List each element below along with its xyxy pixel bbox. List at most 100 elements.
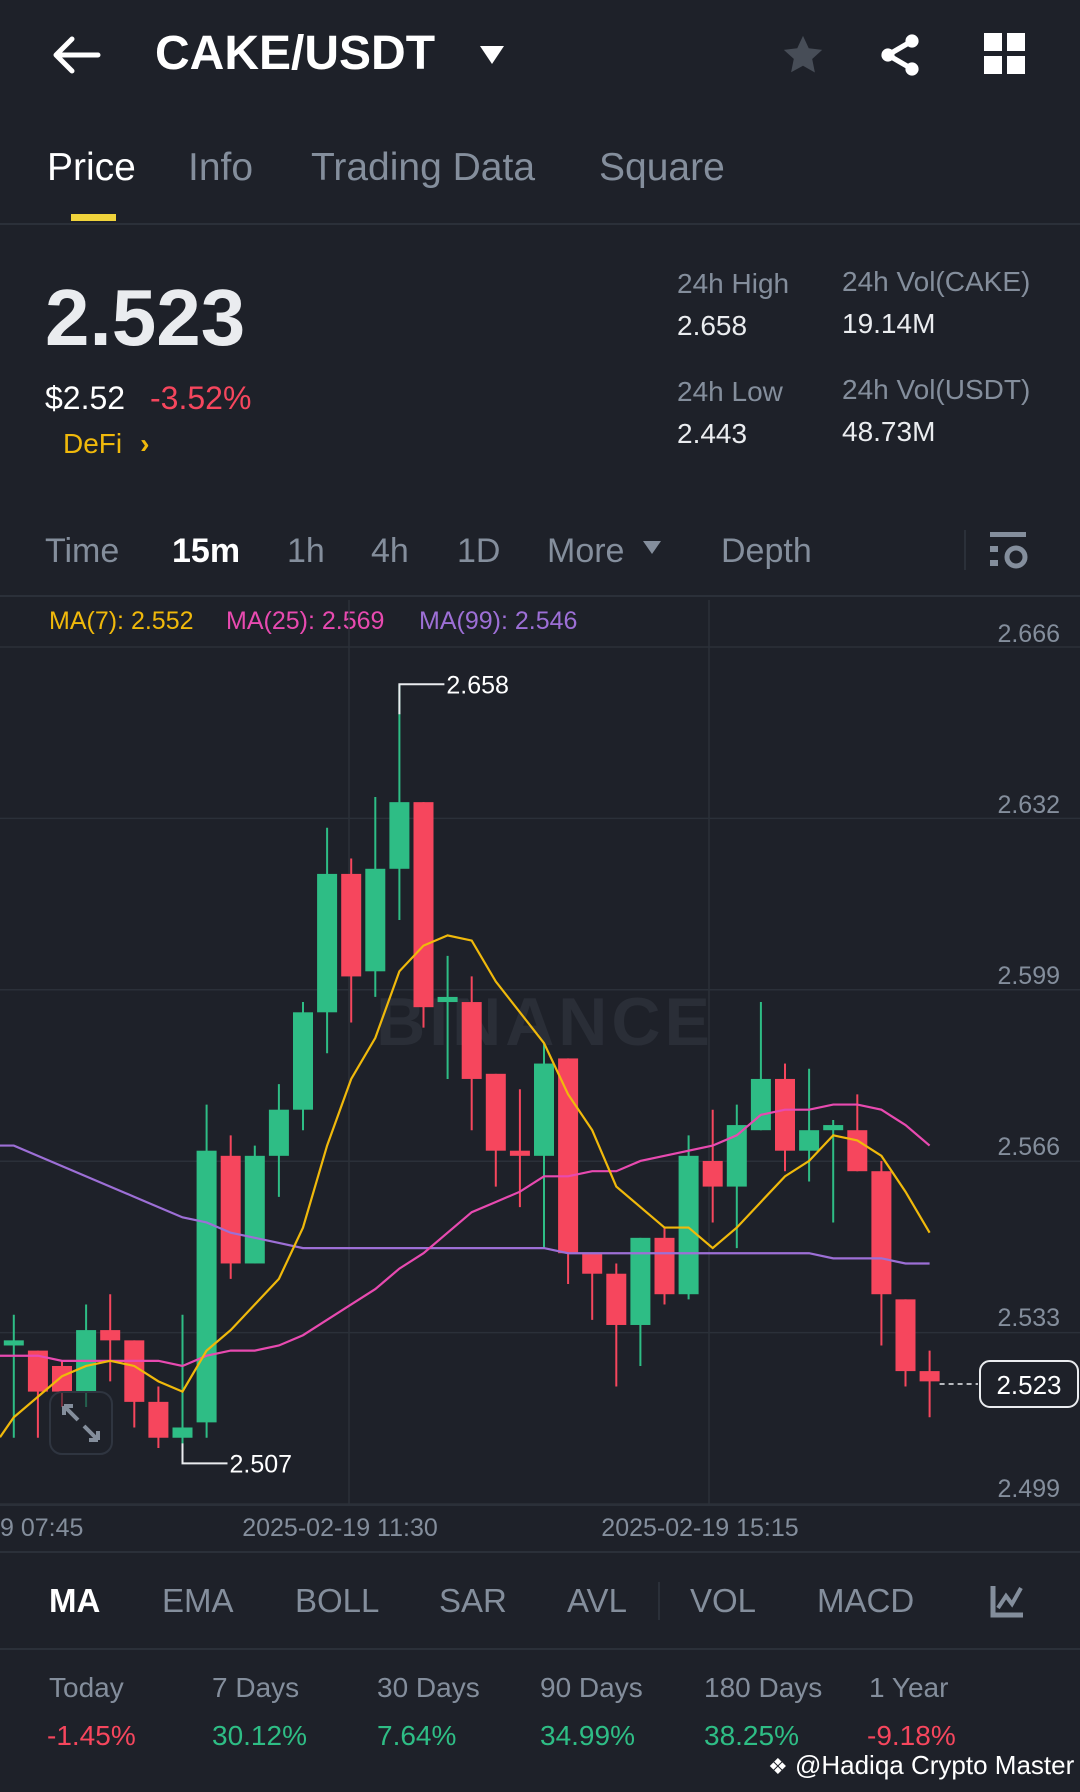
- candle-body: [750, 1078, 771, 1131]
- candle-body: [317, 873, 338, 1013]
- candle: [582, 1253, 603, 1320]
- tab-info[interactable]: Info: [188, 146, 253, 190]
- candle-body: [534, 1063, 554, 1156]
- ma99-line: [0, 1144, 930, 1265]
- interval-4h[interactable]: 4h: [371, 532, 409, 571]
- low-marker-line: [181, 1443, 228, 1465]
- grid-menu-icon[interactable]: [984, 33, 1026, 80]
- candle-body: [220, 1155, 241, 1264]
- candle: [654, 1227, 675, 1305]
- pair-title[interactable]: CAKE/USDT: [155, 26, 435, 81]
- interval-more[interactable]: More: [547, 532, 662, 571]
- binance-logo-icon: ❖: [768, 1754, 788, 1779]
- indicator-ma[interactable]: MA: [49, 1582, 100, 1620]
- interval-more-label: More: [547, 532, 625, 570]
- tab-price[interactable]: Price: [47, 146, 136, 190]
- candle: [365, 797, 386, 997]
- candle-body: [3, 1340, 24, 1346]
- candle-body: [775, 1078, 795, 1151]
- candle-body: [365, 868, 386, 972]
- divider: [0, 223, 1080, 225]
- perf-value: -9.18%: [867, 1720, 956, 1751]
- candle-body: [630, 1237, 651, 1325]
- candle-body: [871, 1171, 892, 1295]
- indicator-ema[interactable]: EMA: [162, 1582, 234, 1620]
- divider: [964, 530, 966, 570]
- candle: [244, 1145, 265, 1264]
- divider: [0, 595, 1080, 597]
- author-name: @Hadiqa Crypto Master: [794, 1750, 1075, 1780]
- candle-body: [919, 1371, 940, 1382]
- candle: [341, 858, 362, 1023]
- indicator-sar[interactable]: SAR: [439, 1582, 507, 1620]
- perf-value: 7.64%: [377, 1720, 457, 1751]
- candle-body: [678, 1155, 699, 1295]
- indicator-settings-icon[interactable]: [990, 1584, 1024, 1623]
- y-tick-label: 2.533: [997, 1304, 1060, 1332]
- chart-settings-icon[interactable]: [988, 530, 1028, 577]
- perf-value: 34.99%: [540, 1720, 635, 1751]
- candle-body: [413, 802, 434, 1008]
- high-label: 24h High: [677, 268, 790, 299]
- vol-quote-value: 48.73M: [842, 416, 936, 447]
- candle: [702, 1109, 723, 1223]
- high-marker-line: [398, 683, 445, 715]
- candle: [895, 1299, 916, 1387]
- candle: [268, 1084, 289, 1197]
- interval-time[interactable]: Time: [45, 532, 119, 571]
- candle-body: [100, 1330, 121, 1341]
- back-button[interactable]: [48, 30, 104, 80]
- candle-body: [268, 1109, 289, 1156]
- candle-body: [148, 1401, 169, 1438]
- y-tick-label: 2.499: [997, 1475, 1060, 1503]
- divider: [658, 1582, 660, 1620]
- active-tab-indicator: [71, 214, 116, 221]
- candle-body: [509, 1150, 530, 1156]
- tab-square[interactable]: Square: [599, 146, 725, 190]
- candle: [413, 802, 434, 1028]
- low-value: 2.443: [677, 418, 748, 449]
- indicator-vol[interactable]: VOL: [690, 1582, 756, 1620]
- category-link[interactable]: DeFi ›: [63, 428, 149, 460]
- tab-trading-data[interactable]: Trading Data: [311, 146, 535, 190]
- candle: [509, 1089, 530, 1208]
- arrow-left-icon: [53, 36, 101, 74]
- tab-depth[interactable]: Depth: [721, 532, 812, 571]
- candle: [678, 1135, 699, 1300]
- last-price: 2.523: [45, 273, 246, 362]
- low-label: 24h Low: [677, 376, 783, 407]
- candle: [196, 1104, 217, 1438]
- y-tick-label: 2.632: [997, 791, 1060, 819]
- pair-dropdown-icon[interactable]: [478, 44, 506, 71]
- price-change: -3.52%: [150, 380, 252, 416]
- indicator-macd[interactable]: MACD: [817, 1582, 914, 1620]
- indicator-avl[interactable]: AVL: [567, 1582, 627, 1620]
- vol-base-value: 19.14M: [842, 308, 936, 339]
- perf-label: 180 Days: [704, 1672, 823, 1703]
- share-icon[interactable]: [876, 30, 924, 85]
- candle-body: [52, 1365, 72, 1392]
- candle: [100, 1294, 121, 1382]
- candle: [220, 1135, 241, 1279]
- candle-body: [244, 1155, 265, 1264]
- candle-body: [389, 802, 410, 869]
- favorite-star-icon[interactable]: [780, 32, 826, 83]
- current-price-label: 2.523: [996, 1370, 1061, 1400]
- expand-chart-button[interactable]: [49, 1391, 113, 1455]
- interval-1h[interactable]: 1h: [287, 532, 325, 571]
- candle: [27, 1350, 48, 1438]
- interval-1d[interactable]: 1D: [457, 532, 500, 571]
- y-tick-label: 2.566: [997, 1133, 1060, 1161]
- interval-15m[interactable]: 15m: [172, 532, 240, 571]
- candle: [775, 1063, 795, 1172]
- candle-body: [606, 1273, 627, 1325]
- candle: [750, 1002, 771, 1131]
- candle-body: [485, 1073, 506, 1151]
- vol-base-label: 24h Vol(CAKE): [842, 266, 1031, 297]
- candle-body: [172, 1427, 193, 1438]
- indicator-boll[interactable]: BOLL: [295, 1582, 379, 1620]
- y-tick-label: 2.666: [997, 620, 1060, 648]
- vol-quote-label: 24h Vol(USDT): [842, 374, 1031, 405]
- candlestick-chart[interactable]: BINANCE 2.666 2.632 2.599 2.566 2.533 2.…: [0, 600, 1080, 1555]
- candle: [606, 1263, 627, 1387]
